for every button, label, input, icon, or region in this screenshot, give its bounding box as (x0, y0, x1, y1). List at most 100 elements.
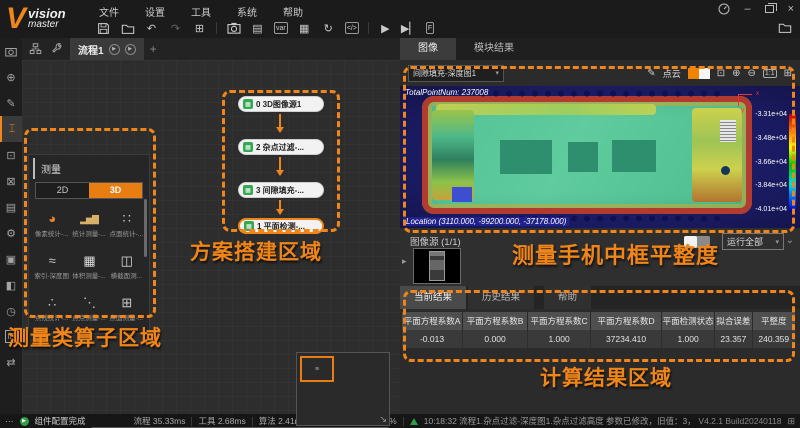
fit-view-icon[interactable]: ⊡ (717, 68, 725, 79)
run-all-dropdown[interactable]: 运行全部 ▾ (722, 233, 784, 250)
recognition-icon[interactable]: ▣ (0, 246, 22, 272)
tab-3d[interactable]: 3D (89, 183, 142, 198)
flow-node-plane-detect[interactable]: ▦ 1 平面检测-... (238, 218, 324, 234)
minimap-viewport-rect[interactable]: ≡ (300, 356, 334, 382)
measure-icon[interactable]: ⌶ (0, 116, 22, 142)
curve-icon: ≈ (49, 253, 55, 269)
save-icon[interactable] (96, 21, 111, 36)
close-icon[interactable]: × (788, 3, 794, 15)
hierarchy-icon[interactable] (28, 42, 43, 57)
performance-gauge-icon[interactable] (718, 3, 730, 15)
tab-image[interactable]: 图像 (400, 38, 456, 60)
depthmap-viewport[interactable]: TotalPointNum: 237008 x y (400, 86, 800, 228)
flow-workspace: 流程1 ▶ ▶ + ▦ 0 3D图像源1 ▦ 2 杂点过滤-... ▦ 3 间隙… (22, 38, 400, 414)
redo-icon[interactable]: ↷ (168, 21, 183, 36)
status-ready-text: 组件配置完成 (35, 415, 86, 427)
wrench-icon[interactable] (49, 42, 64, 57)
open-folder-icon[interactable] (120, 21, 135, 36)
expand-thumbnails-icon[interactable]: ▸ (402, 256, 407, 267)
run-once-icon[interactable]: ▶ (378, 21, 393, 36)
operator-label: 点面统计-... (110, 228, 144, 238)
collapse-chevron-icon[interactable]: ⌄ (786, 235, 794, 246)
viewer-toolbar: 间隙填充-深度图1 ▾ ✎ 点云 ⊡ ⊕ ⊖ 1:1 ⊞ (400, 60, 800, 86)
orange-swatch[interactable] (688, 68, 699, 79)
status-log[interactable]: 10:18:32 流程1.杂点过滤-深度图1.杂点过滤高度 参数已修改，旧值：3… (424, 415, 693, 427)
heat-blue-block (452, 187, 472, 202)
script-icon[interactable]: </> (345, 22, 359, 34)
zoom-out-icon[interactable]: ⊖ (747, 68, 755, 79)
minimize-icon[interactable]: – (744, 3, 750, 15)
add-flow-button[interactable]: + (150, 42, 157, 56)
locate-icon[interactable]: ⊕ (0, 64, 22, 90)
col-coef-b: 平面方程系数B (463, 312, 528, 330)
operator-stat-measure[interactable]: ▂▅▇统计测量-... (70, 203, 107, 245)
value-flatness: 240.359 (753, 330, 796, 348)
heat-barcode (720, 120, 736, 142)
operator-cross-section[interactable]: ◫横截面测... (108, 245, 145, 287)
image-process-icon[interactable]: ⚙ (0, 220, 22, 246)
source-thumbnail[interactable] (413, 248, 461, 284)
node-filter-icon: ▦ (243, 142, 253, 152)
restore-icon[interactable] (765, 5, 774, 13)
actual-size-icon[interactable]: 1:1 (763, 69, 777, 78)
export-image-icon[interactable]: ⊞ (784, 68, 792, 79)
section-icon: ◫ (121, 253, 132, 269)
frame-capture-icon[interactable]: ⊡ (0, 142, 22, 168)
phone-depthmap-image (422, 96, 752, 214)
total-point-num-overlay: TotalPointNum: 237008 (405, 88, 488, 97)
communication-icon[interactable]: ⇄ (0, 349, 22, 375)
undo-icon[interactable]: ↶ (144, 21, 159, 36)
flow-minimap[interactable]: ≡ ↘ (296, 352, 390, 426)
operator-point-plane-stats[interactable]: ∷点面统计-... (108, 203, 145, 245)
run-flow-icon[interactable]: ▶ (109, 44, 120, 55)
operator-label: 点点测量-... (72, 312, 106, 322)
flow-node-noise-filter[interactable]: ▦ 2 杂点过滤-... (238, 139, 324, 155)
queue-list-icon[interactable]: ▤ (250, 21, 265, 36)
zoom-in-icon[interactable]: ⊕ (732, 68, 740, 79)
flow-node-image-source[interactable]: ▦ 0 3D图像源1 (238, 96, 324, 112)
flow-node-gap-fill[interactable]: ▦ 3 间隙填充-... (238, 182, 324, 198)
operator-index-depthmap[interactable]: ≈索引-深度图 (33, 245, 70, 287)
run-all-label: 运行全部 (727, 235, 763, 248)
calc-icon[interactable]: ▤ (0, 194, 22, 220)
operator-volume-measure[interactable]: ▦体积测量-... (70, 245, 107, 287)
image-edit-icon[interactable]: ✎ (0, 90, 22, 116)
tab-help[interactable]: 帮助 (544, 286, 591, 309)
statusbar-more-icon[interactable]: ⋯ (5, 416, 14, 427)
run-continuous-icon[interactable]: ▶▏ (402, 21, 417, 36)
timing-icon[interactable]: ◷ (0, 298, 22, 324)
operator-label: 点线统计-... (35, 312, 69, 322)
box-icon: ▦ (83, 253, 94, 269)
tab-module-result[interactable]: 模块结果 (456, 38, 532, 60)
camera-icon[interactable] (226, 21, 241, 36)
operator-pixel-stats[interactable]: ◕像素统计-... (33, 203, 70, 245)
tab-2d[interactable]: 2D (36, 183, 89, 198)
pen-icon[interactable]: ✎ (647, 68, 655, 79)
acquisition-camera-icon[interactable] (0, 38, 22, 64)
heat-chip (500, 140, 552, 174)
package-icon[interactable]: ▦ (297, 21, 312, 36)
tab-history-result[interactable]: 历史结果 (468, 286, 534, 309)
render-color-toggle[interactable] (688, 68, 710, 79)
transform-icon[interactable]: ⊠ (0, 168, 22, 194)
new-window-icon[interactable]: ⊞ (192, 21, 207, 36)
value-detect-status: 1.000 (662, 330, 715, 348)
variables-icon[interactable]: var (274, 22, 288, 34)
layout-grid-icon[interactable]: ⊞ (787, 416, 795, 427)
white-swatch[interactable] (699, 68, 710, 79)
pointcloud-label: 点云 (663, 67, 681, 80)
step-flow-icon[interactable]: ▶ (125, 44, 136, 55)
resize-handle-icon[interactable]: ↘ (379, 414, 387, 425)
result-table-row[interactable]: -0.013 0.000 1.000 37234.410 1.000 23.35… (402, 330, 796, 348)
tab-current-result[interactable]: 当前结果 (400, 286, 466, 309)
result-panel: 图像 模块结果 间隙填充-深度图1 ▾ ✎ 点云 ⊡ ⊕ ⊖ 1:1 ⊞ Tot… (400, 38, 800, 414)
operator-label: 体积测量-... (72, 270, 106, 280)
global-refresh-icon[interactable]: ↻ (321, 21, 336, 36)
image-source-select[interactable]: 间隙填充-深度图1 ▾ (408, 65, 504, 82)
format-icon[interactable]: F (426, 22, 434, 34)
node-label: 1 平面检测-... (257, 221, 305, 232)
tab-flow1[interactable]: 流程1 ▶ ▶ (70, 38, 144, 60)
color-icon[interactable]: ◧ (0, 272, 22, 298)
project-folder-icon[interactable] (777, 20, 792, 35)
palette-scrollbar[interactable] (144, 199, 147, 257)
